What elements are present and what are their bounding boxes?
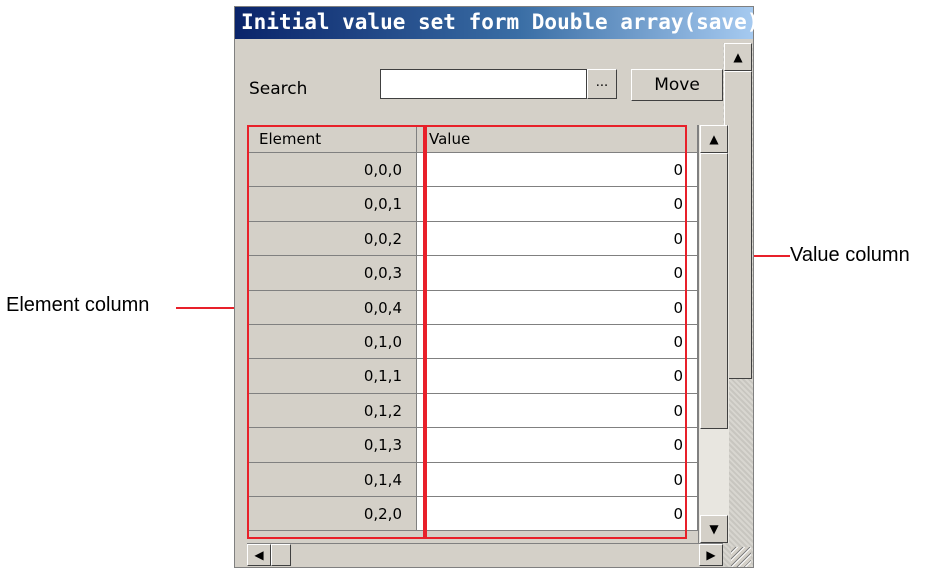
search-label: Search	[249, 79, 308, 99]
scroll-left-icon[interactable]: ◀	[247, 544, 271, 566]
value-column-callout: Value column	[790, 244, 910, 266]
move-button[interactable]: Move	[631, 69, 723, 101]
grid-scroll-down-icon[interactable]: ▼	[700, 515, 728, 543]
title-bar[interactable]: Initial value set form Double array(save…	[235, 7, 759, 39]
element-column-callout: Element column	[6, 294, 150, 316]
window-title: Initial value set form Double array(save…	[241, 10, 760, 34]
search-input[interactable]	[380, 69, 587, 99]
value-column-highlight	[423, 125, 687, 539]
grid-vertical-scrollbar[interactable]: ▲ ▼	[698, 125, 729, 543]
grid-scroll-up-icon[interactable]: ▲	[700, 125, 728, 153]
grid-scroll-thumb[interactable]	[700, 153, 728, 429]
horizontal-scrollbar[interactable]: ◀ ▶	[247, 543, 723, 567]
scroll-right-icon[interactable]: ▶	[699, 544, 723, 566]
dialog-window: Initial value set form Double array(save…	[234, 6, 759, 568]
browse-button[interactable]: ...	[587, 69, 617, 99]
window-scroll-up-icon[interactable]: ▲	[724, 43, 752, 71]
resize-grip-icon[interactable]	[731, 547, 751, 567]
element-column-highlight	[247, 125, 427, 539]
horizontal-scroll-thumb[interactable]	[271, 544, 291, 566]
